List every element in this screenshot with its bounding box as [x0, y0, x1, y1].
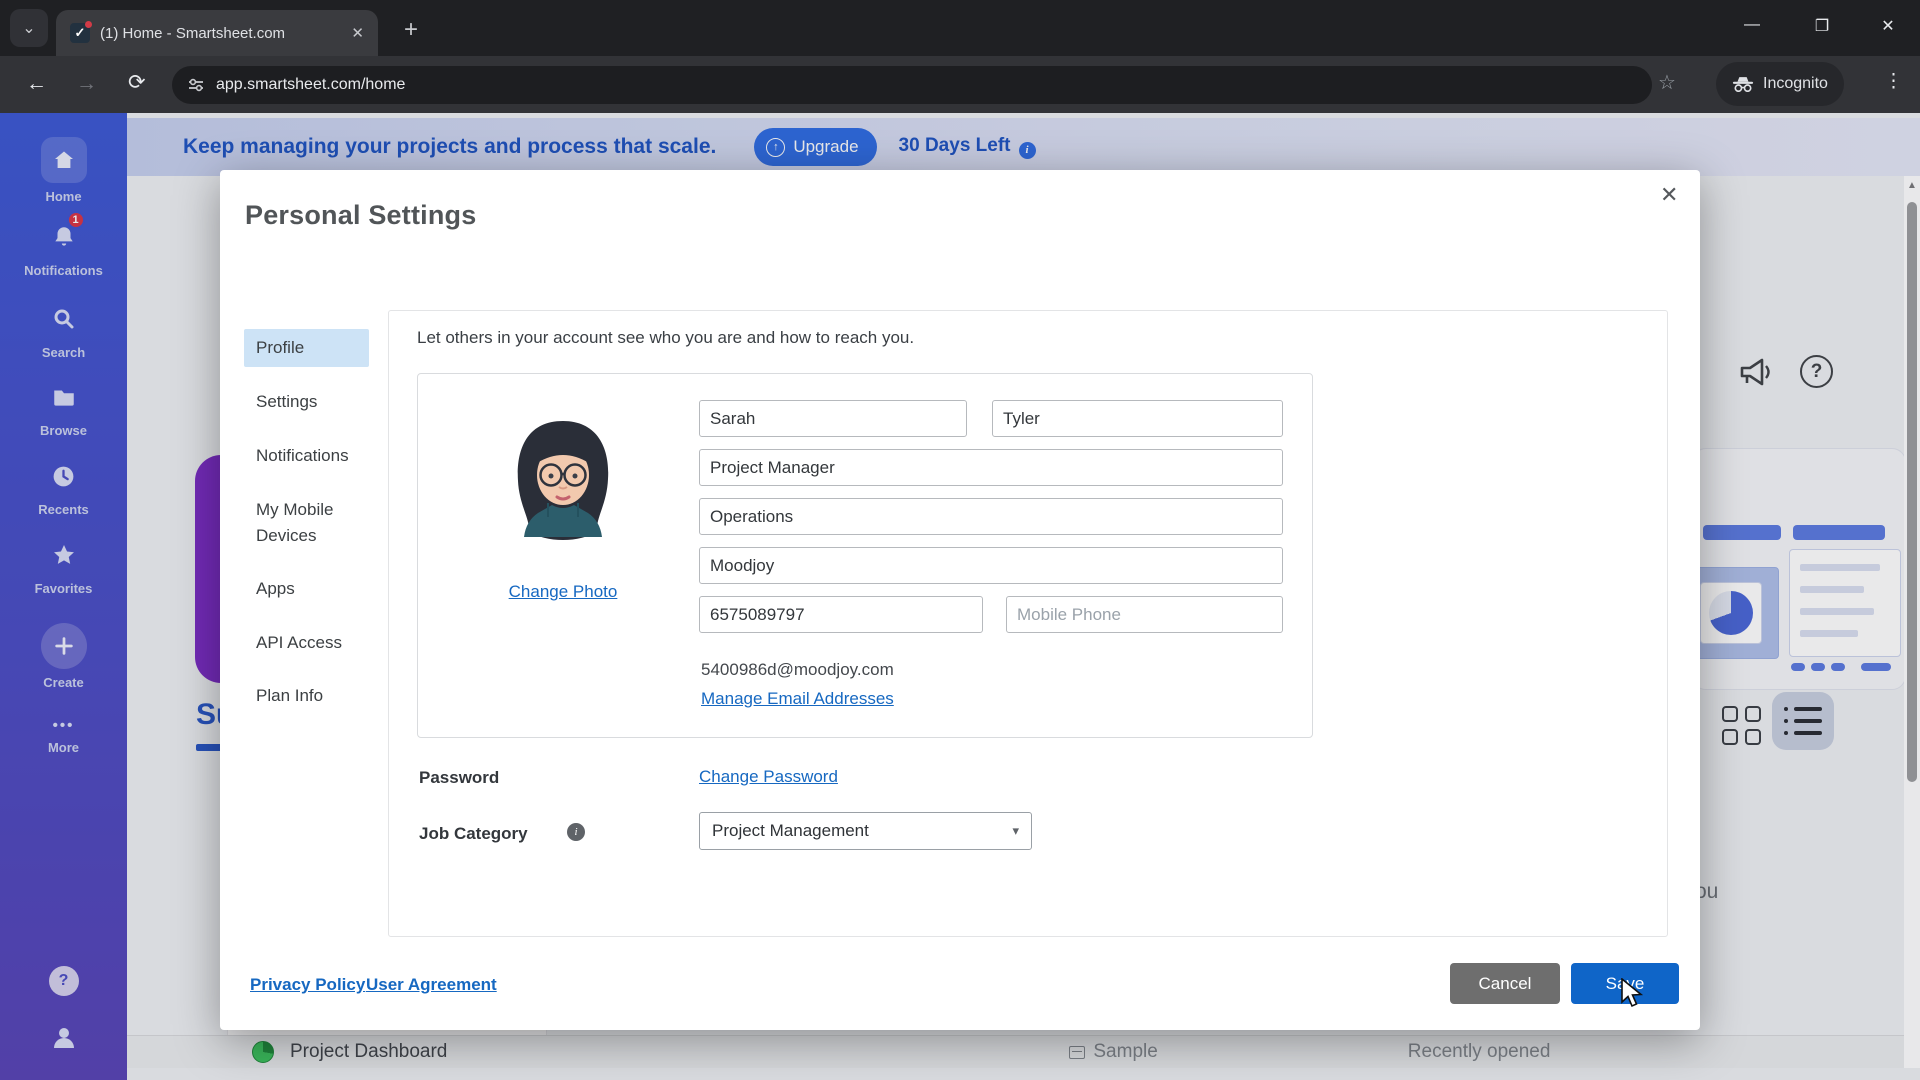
modal-close-icon[interactable]: ✕: [1660, 182, 1678, 208]
url-text: app.smartsheet.com/home: [216, 76, 405, 94]
reload-icon[interactable]: ⟳: [128, 70, 146, 95]
browser-tab[interactable]: ✓ (1) Home - Smartsheet.com ✕: [56, 10, 378, 56]
job-category-value: Project Management: [712, 821, 869, 841]
screen: ⌄ ✓ (1) Home - Smartsheet.com ✕ + — ❐ ✕ …: [0, 0, 1920, 1080]
company-input[interactable]: [699, 547, 1283, 584]
first-name-input[interactable]: [699, 400, 967, 437]
tab-title: (1) Home - Smartsheet.com: [100, 25, 343, 42]
personal-settings-modal: ✕ Personal Settings Profile Settings Not…: [220, 170, 1700, 1030]
mouse-cursor: [1620, 978, 1646, 1008]
job-title-input[interactable]: [699, 449, 1283, 486]
settings-nav-api-access[interactable]: API Access: [244, 624, 369, 662]
scrollbar-thumb[interactable]: [1907, 202, 1917, 782]
account-email: 5400986d@moodjoy.com: [701, 660, 894, 680]
change-photo-link[interactable]: Change Photo: [488, 582, 638, 602]
browser-menu-icon[interactable]: ⋮: [1884, 70, 1903, 93]
settings-nav-apps[interactable]: Apps: [244, 570, 369, 608]
job-category-info-icon[interactable]: i: [567, 823, 585, 841]
settings-nav-notifications[interactable]: Notifications: [244, 437, 369, 475]
job-category-label: Job Category: [419, 824, 528, 844]
settings-nav-profile[interactable]: Profile: [244, 329, 369, 367]
incognito-icon: [1732, 76, 1754, 92]
mobile-phone-input[interactable]: [1006, 596, 1283, 633]
job-category-select[interactable]: Project Management ▾: [699, 812, 1032, 850]
smartsheet-favicon: ✓: [70, 23, 90, 43]
forward-icon[interactable]: →: [76, 72, 97, 96]
incognito-badge: Incognito: [1716, 62, 1844, 106]
privacy-policy-link[interactable]: Privacy Policy: [250, 975, 365, 995]
new-tab-button[interactable]: +: [404, 16, 418, 44]
last-name-input[interactable]: [992, 400, 1283, 437]
profile-intro-text: Let others in your account see who you a…: [417, 328, 914, 348]
department-input[interactable]: [699, 498, 1283, 535]
back-icon[interactable]: ←: [26, 72, 47, 96]
site-settings-icon[interactable]: [188, 77, 204, 93]
cancel-button[interactable]: Cancel: [1450, 963, 1560, 1004]
window-close-button[interactable]: ✕: [1868, 16, 1908, 36]
scrollbar-up-arrow[interactable]: ▲: [1907, 180, 1917, 191]
url-bar[interactable]: app.smartsheet.com/home: [172, 66, 1652, 104]
profile-avatar: [488, 413, 638, 573]
settings-nav-plan-info[interactable]: Plan Info: [244, 677, 369, 715]
chevron-down-icon: ▾: [1012, 823, 1019, 839]
tab-close-icon[interactable]: ✕: [351, 24, 364, 42]
incognito-label: Incognito: [1763, 75, 1828, 93]
tab-search-button[interactable]: ⌄: [10, 9, 48, 47]
browser-toolbar: ← → ⟳ app.smartsheet.com/home ☆ Incognit…: [0, 56, 1920, 113]
manage-email-link[interactable]: Manage Email Addresses: [701, 689, 894, 709]
password-label: Password: [419, 768, 499, 788]
modal-title: Personal Settings: [245, 200, 476, 231]
window-minimize-button[interactable]: —: [1732, 16, 1772, 34]
change-password-link[interactable]: Change Password: [699, 767, 838, 787]
settings-nav-settings[interactable]: Settings: [244, 383, 369, 421]
page-scrollbar[interactable]: ▲: [1904, 176, 1920, 1068]
settings-nav-mobile-devices[interactable]: My Mobile Devices: [244, 497, 369, 549]
work-phone-input[interactable]: [699, 596, 983, 633]
bookmark-star-icon[interactable]: ☆: [1658, 70, 1676, 95]
chevron-down-icon: ⌄: [22, 18, 35, 38]
user-agreement-link[interactable]: User Agreement: [366, 975, 497, 995]
browser-tab-strip: ⌄ ✓ (1) Home - Smartsheet.com ✕ + — ❐ ✕: [0, 0, 1920, 56]
window-restore-button[interactable]: ❐: [1802, 16, 1842, 36]
